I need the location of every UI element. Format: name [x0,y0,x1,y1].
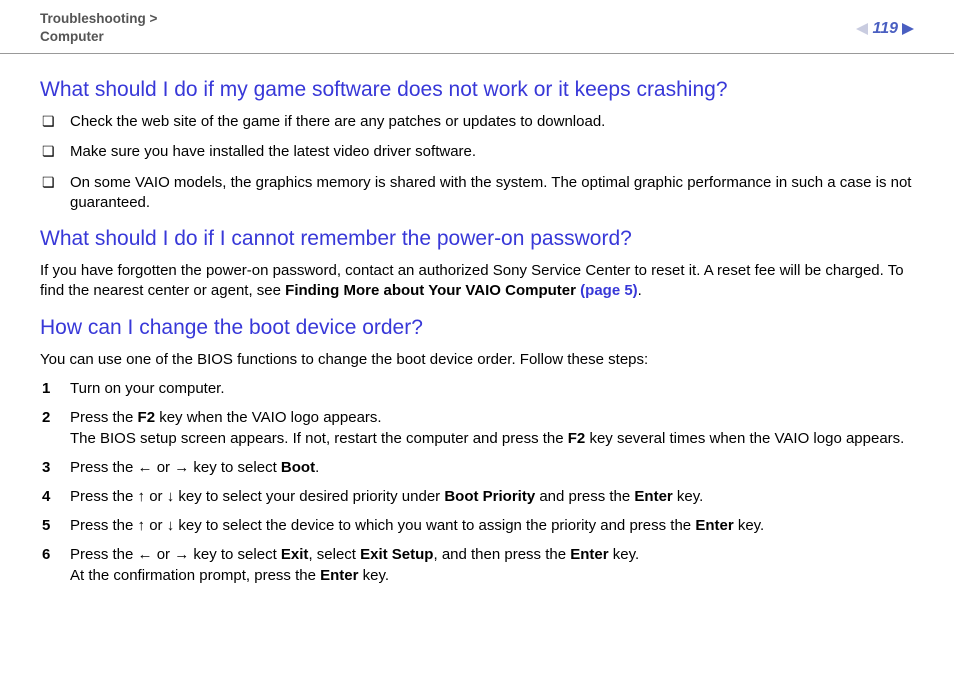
page-header: Troubleshooting > Computer 119 [0,0,954,54]
text: Press the [70,409,138,426]
text: . [638,282,642,299]
text: The BIOS setup screen appears. If not, r… [70,430,568,447]
list-item: On some VAIO models, the graphics memory… [40,173,914,214]
key-name: Enter [695,517,733,534]
text: At the confirmation prompt, press the [70,567,320,584]
list-item: 5 Press the ↑ or ↓ key to select the devi… [40,515,914,536]
section-heading-boot-order: How can I change the boot device order? [40,316,914,340]
text: key. [358,567,389,584]
numbered-list: 1 Turn on your computer. 2 Press the F2 ke… [40,378,914,586]
text: . [315,459,319,476]
next-page-icon[interactable] [902,23,914,35]
bold-text: Finding More about Your VAIO Computer [285,282,580,299]
paragraph: If you have forgotten the power-on passw… [40,261,914,302]
list-item: 2 Press the F2 key when the VAIO logo app… [40,407,914,449]
list-item: 4 Press the ↑ or ↓ key to select your des… [40,486,914,507]
list-item: 6 Press the ← or → key to select Exit, se… [40,544,914,586]
key-name: Boot [281,459,315,476]
text: Press the ↑ or ↓ key to select your desi… [70,488,444,505]
step-number: 3 [42,457,50,478]
text: key several times when the VAIO logo app… [585,430,904,447]
step-number: 5 [42,515,50,536]
page-number: 119 [872,20,898,38]
breadcrumb-line1: Troubleshooting > [40,10,157,28]
prev-page-icon[interactable] [856,23,868,35]
breadcrumb: Troubleshooting > Computer [40,10,157,45]
step-number: 4 [42,486,50,507]
key-name: Exit Setup [360,546,433,563]
step-number: 1 [42,378,50,399]
text: , and then press the [433,546,570,563]
section-heading-password: What should I do if I cannot remember th… [40,227,914,251]
text: key. [673,488,704,505]
text: Press the ← or → key to select [70,459,281,476]
list-item: Check the web site of the game if there … [40,112,914,132]
key-name: F2 [568,430,586,447]
page-navigation: 119 [856,10,914,38]
key-name: Enter [570,546,608,563]
key-name: F2 [138,409,156,426]
text: key. [734,517,765,534]
bullet-list: Check the web site of the game if there … [40,112,914,213]
paragraph: You can use one of the BIOS functions to… [40,350,914,370]
key-name: Enter [634,488,672,505]
text: Press the ↑ or ↓ key to select the devic… [70,517,695,534]
breadcrumb-line2: Computer [40,28,157,46]
list-item: 3 Press the ← or → key to select Boot. [40,457,914,478]
section-heading-game-software: What should I do if my game software doe… [40,78,914,102]
list-item: Make sure you have installed the latest … [40,142,914,162]
step-number: 6 [42,544,50,565]
text: key when the VAIO logo appears. [155,409,382,426]
text: Turn on your computer. [70,380,225,397]
key-name: Boot Priority [444,488,535,505]
page-content: What should I do if my game software doe… [0,54,954,614]
key-name: Enter [320,567,358,584]
list-item: 1 Turn on your computer. [40,378,914,399]
text: , select [308,546,360,563]
text: Press the ← or → key to select [70,546,281,563]
step-number: 2 [42,407,50,428]
text: key. [609,546,640,563]
text: and press the [535,488,634,505]
key-name: Exit [281,546,309,563]
page-link[interactable]: (page 5) [580,282,638,299]
